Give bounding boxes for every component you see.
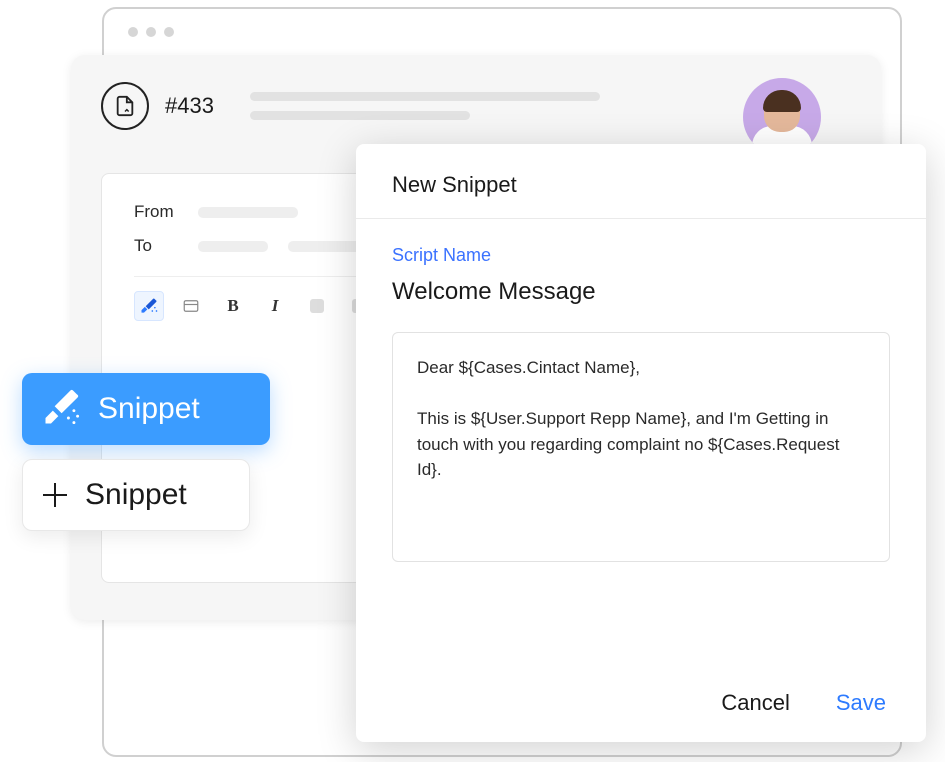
pen-sparkle-icon <box>40 385 84 434</box>
snippet-body-textarea[interactable]: Dear ${Cases.Cintact Name}, This is ${Us… <box>392 332 890 562</box>
modal-footer: Cancel Save <box>721 690 886 716</box>
window-dot <box>164 27 174 37</box>
window-dot <box>128 27 138 37</box>
new-snippet-modal: New Snippet Script Name Welcome Message … <box>356 144 926 742</box>
script-name-label: Script Name <box>392 245 890 266</box>
toolbar-placeholder[interactable] <box>302 291 332 321</box>
snippet-primary-label: Snippet <box>98 392 200 426</box>
save-button[interactable]: Save <box>836 690 886 716</box>
script-name-input[interactable]: Welcome Message <box>392 278 890 306</box>
italic-button[interactable]: I <box>260 291 290 321</box>
placeholder-line <box>250 111 470 120</box>
modal-body: Script Name Welcome Message Dear ${Cases… <box>356 219 926 588</box>
cancel-button[interactable]: Cancel <box>721 690 789 716</box>
placeholder-lines <box>250 92 600 120</box>
snippet-secondary-button[interactable]: Snippet <box>22 459 250 531</box>
snippet-secondary-label: Snippet <box>85 478 187 512</box>
placeholder-chip <box>198 207 298 218</box>
window-dot <box>146 27 156 37</box>
placeholder-line <box>250 92 600 101</box>
case-icon <box>101 82 149 130</box>
placeholder-chip <box>198 241 268 252</box>
to-label: To <box>134 236 178 256</box>
case-number: #433 <box>165 93 214 119</box>
case-header: #433 <box>101 82 851 130</box>
modal-title: New Snippet <box>392 172 890 198</box>
snippet-primary-button[interactable]: Snippet <box>22 373 270 445</box>
card-tool-button[interactable] <box>176 291 206 321</box>
window-controls <box>128 27 174 37</box>
bold-button[interactable]: B <box>218 291 248 321</box>
modal-header: New Snippet <box>356 144 926 219</box>
from-label: From <box>134 202 178 222</box>
snippet-tool-button[interactable] <box>134 291 164 321</box>
plus-icon <box>41 481 69 509</box>
